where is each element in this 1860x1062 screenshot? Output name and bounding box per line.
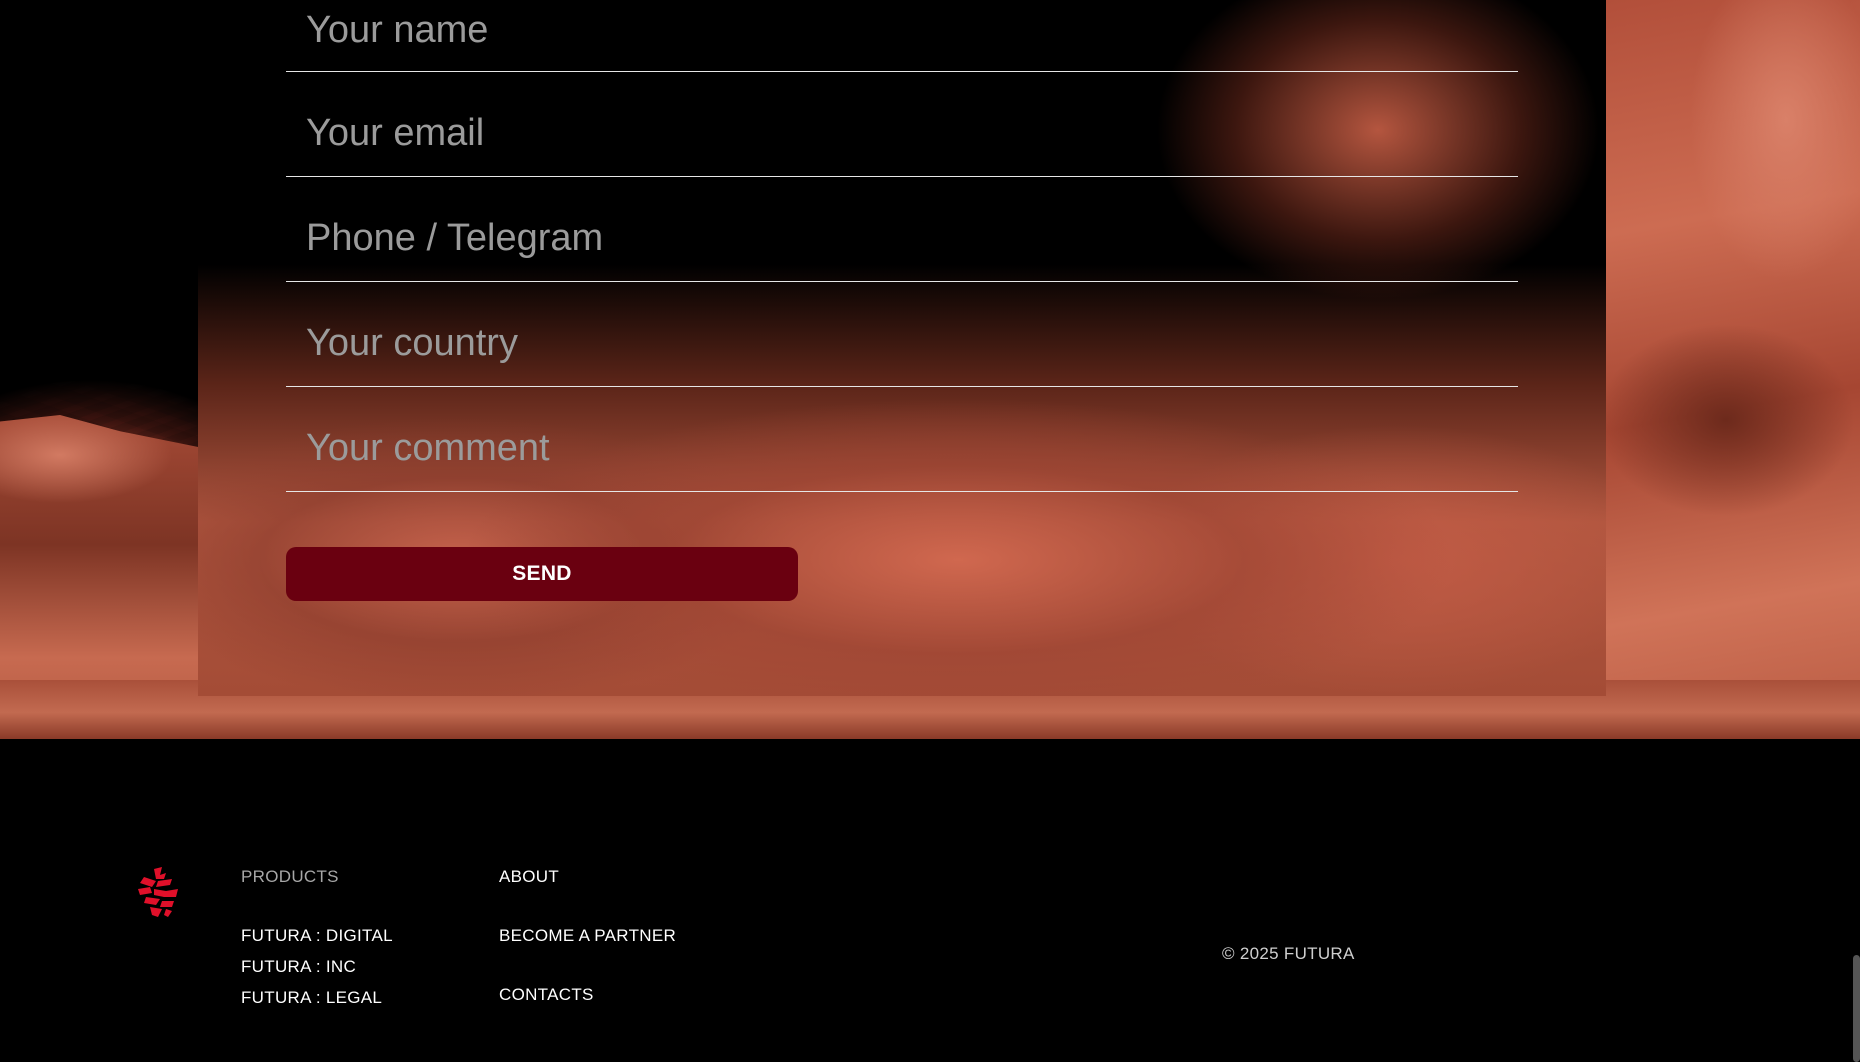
email-input[interactable] (306, 108, 1498, 158)
contact-form (286, 0, 1518, 492)
footer-link-futura-digital[interactable]: FUTURA : DIGITAL (241, 926, 393, 946)
footer-link-contacts[interactable]: CONTACTS (499, 985, 676, 1005)
name-input[interactable] (306, 5, 1498, 55)
send-button[interactable]: SEND (286, 547, 798, 601)
phone-field (286, 177, 1518, 282)
background-rock-right (1606, 0, 1860, 739)
comment-input[interactable] (306, 423, 1498, 473)
contact-section: SEND (0, 0, 1860, 739)
name-field (286, 0, 1518, 72)
products-heading: PRODUCTS (241, 867, 339, 886)
phone-telegram-input[interactable] (306, 213, 1498, 263)
about-column: ABOUT BECOME A PARTNER CONTACTS (499, 867, 676, 1005)
copyright-text: © 2025 FUTURA (1222, 944, 1355, 963)
futura-logo-icon[interactable] (136, 867, 180, 917)
page-scrollbar[interactable] (1853, 955, 1860, 1062)
footer-link-futura-inc[interactable]: FUTURA : INC (241, 957, 393, 977)
country-field (286, 282, 1518, 387)
country-input[interactable] (306, 318, 1498, 368)
site-footer: PRODUCTS FUTURA : DIGITAL FUTURA : INC F… (0, 739, 1860, 1062)
footer-link-become-partner[interactable]: BECOME A PARTNER (499, 926, 676, 946)
email-field (286, 72, 1518, 177)
products-column: PRODUCTS FUTURA : DIGITAL FUTURA : INC F… (241, 867, 393, 1019)
footer-link-about[interactable]: ABOUT (499, 867, 676, 887)
footer-link-futura-legal[interactable]: FUTURA : LEGAL (241, 988, 393, 1008)
comment-field (286, 387, 1518, 492)
